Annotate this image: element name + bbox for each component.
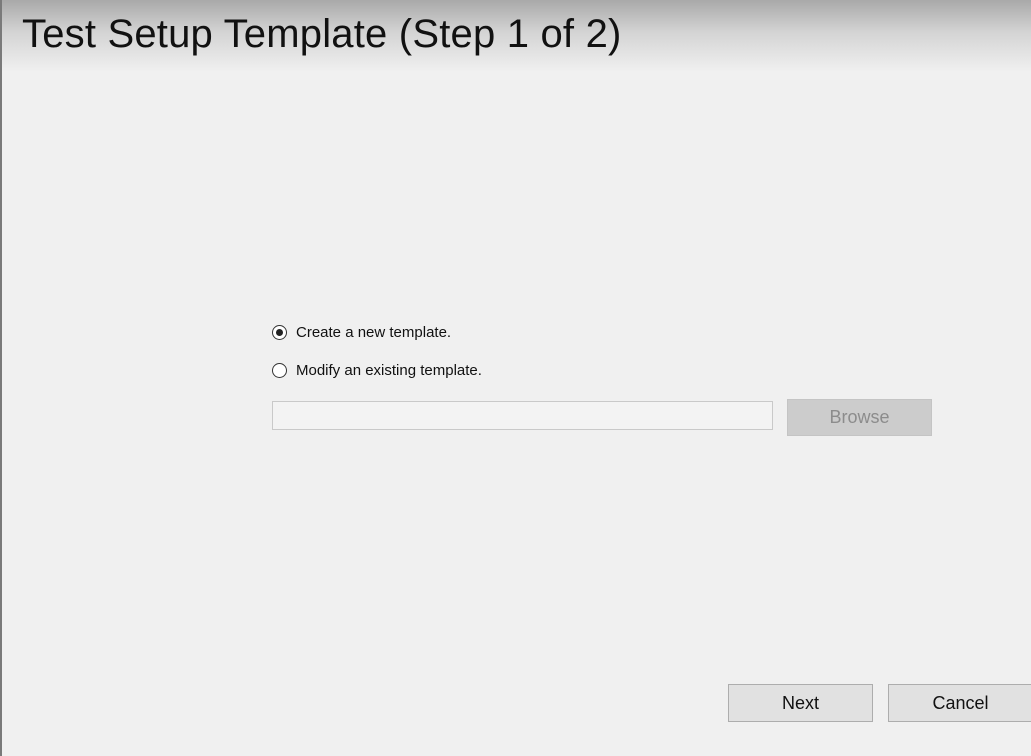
create-new-template-label[interactable]: Create a new template. bbox=[296, 324, 451, 341]
test-setup-template-dialog: Test Setup Template (Step 1 of 2) Create… bbox=[0, 0, 1031, 756]
template-path-input bbox=[272, 401, 773, 430]
dialog-title: Test Setup Template (Step 1 of 2) bbox=[22, 12, 622, 56]
cancel-button[interactable]: Cancel bbox=[888, 684, 1031, 722]
modify-existing-template-label[interactable]: Modify an existing template. bbox=[296, 362, 482, 379]
modify-existing-template-option[interactable]: Modify an existing template. bbox=[272, 359, 482, 381]
modify-existing-template-radio[interactable] bbox=[272, 362, 287, 378]
create-new-template-radio[interactable] bbox=[272, 324, 287, 340]
title-bar: Test Setup Template (Step 1 of 2) bbox=[2, 0, 1031, 72]
create-new-template-option[interactable]: Create a new template. bbox=[272, 321, 451, 343]
browse-button: Browse bbox=[787, 399, 932, 436]
next-button[interactable]: Next bbox=[728, 684, 873, 722]
